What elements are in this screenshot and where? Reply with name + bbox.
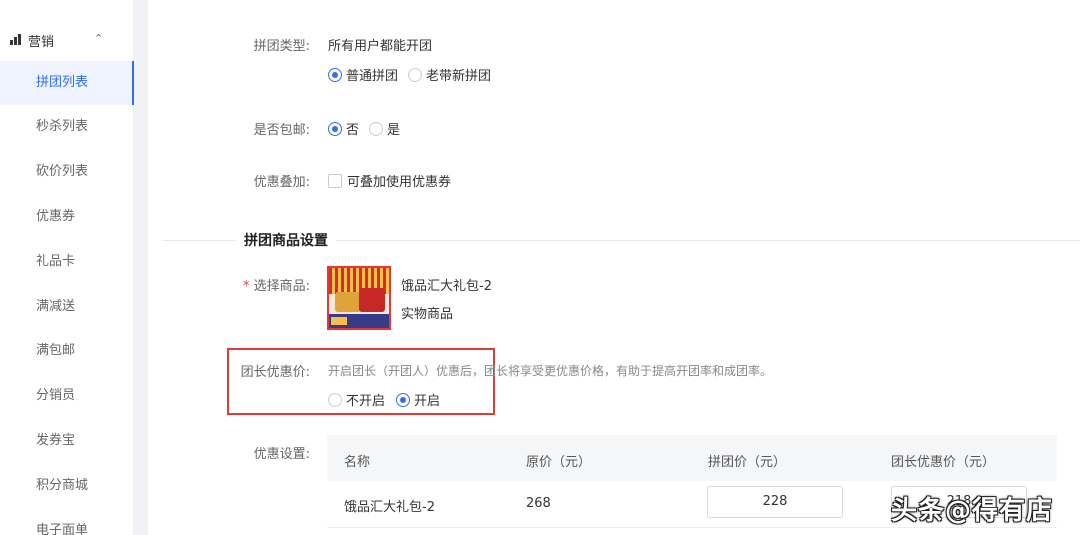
- radio-old-bring-new-label: 老带新拼团: [426, 69, 492, 84]
- col-name: 名称: [344, 455, 371, 470]
- leader-price-label: 团长优惠价:: [240, 365, 310, 380]
- stack-coupon-checkbox-label: 可叠加使用优惠券: [347, 175, 452, 190]
- checkbox-icon: [328, 173, 342, 188]
- sidebar-item-points-mall[interactable]: 积分商城: [0, 464, 134, 508]
- sidebar-item-coupons[interactable]: 优惠券: [0, 195, 134, 239]
- select-product-label-text: 选择商品:: [253, 279, 310, 294]
- sidebar: 营销 ⌃ 拼团列表 秒杀列表 砍价列表 优惠券 礼品卡 满减送 满包邮 分销员 …: [0, 0, 134, 535]
- discount-settings-label: 优惠设置:: [253, 447, 310, 462]
- radio-shipping-yes-label: 是: [387, 123, 401, 138]
- radio-leader-off[interactable]: 不开启: [328, 390, 385, 409]
- radio-old-bring-new-group[interactable]: 老带新拼团: [408, 65, 491, 84]
- sidebar-gutter: [134, 0, 148, 535]
- row-original-price: 268: [526, 496, 551, 511]
- radio-leader-off-label: 不开启: [346, 394, 386, 409]
- radio-dot-icon: [328, 121, 342, 136]
- bar-chart-icon: [10, 34, 22, 45]
- required-mark: *: [242, 279, 250, 294]
- discount-stack-label: 优惠叠加:: [253, 175, 310, 190]
- marketing-menu-label: 营销: [28, 34, 55, 50]
- sidebar-item-spend-discount[interactable]: 满减送: [0, 285, 134, 329]
- select-product-label: * 选择商品:: [150, 275, 310, 294]
- group-price-input[interactable]: 228: [707, 486, 843, 518]
- sidebar-item-e-waybill[interactable]: 电子面单: [0, 509, 134, 535]
- sidebar-item-distributors[interactable]: 分销员: [0, 374, 134, 418]
- table-header: 名称 原价（元） 拼团价（元） 团长优惠价（元）: [327, 435, 1057, 481]
- radio-shipping-no[interactable]: 否: [328, 119, 359, 138]
- radio-dot-icon: [328, 67, 342, 82]
- product-name: 饿品汇大礼包-2: [401, 279, 492, 294]
- radio-dot-icon: [408, 67, 422, 82]
- radio-leader-on-label: 开启: [414, 394, 441, 409]
- radio-shipping-no-label: 否: [346, 123, 360, 138]
- radio-normal-group[interactable]: 普通拼团: [328, 65, 398, 84]
- sidebar-item-gift-cards[interactable]: 礼品卡: [0, 240, 134, 284]
- product-thumbnail[interactable]: [327, 266, 391, 330]
- stack-coupon-checkbox[interactable]: 可叠加使用优惠券: [328, 171, 451, 190]
- col-leader-price: 团长优惠价（元）: [891, 455, 996, 470]
- sidebar-item-free-shipping[interactable]: 满包邮: [0, 329, 134, 373]
- marketing-menu-header[interactable]: 营销 ⌃: [10, 30, 130, 50]
- product-type: 实物商品: [401, 307, 454, 322]
- group-type-desc: 所有用户都能开团: [328, 39, 433, 54]
- col-group-price: 拼团价（元）: [708, 455, 787, 470]
- sidebar-item-bargain-list[interactable]: 砍价列表: [0, 150, 134, 194]
- chevron-up-icon[interactable]: ⌃: [94, 32, 103, 45]
- watermark: 头条@得有店: [891, 496, 1054, 526]
- radio-dot-icon: [369, 121, 383, 136]
- radio-shipping-yes[interactable]: 是: [369, 119, 400, 138]
- radio-dot-icon: [328, 392, 342, 407]
- radio-leader-on[interactable]: 开启: [396, 390, 440, 409]
- row-product-name: 饿品汇大礼包-2: [344, 500, 435, 515]
- section-title: 拼团商品设置: [236, 230, 336, 250]
- col-original-price: 原价（元）: [526, 455, 592, 470]
- row-divider: [327, 527, 1057, 528]
- free-shipping-label: 是否包邮:: [253, 123, 310, 138]
- group-type-label: 拼团类型:: [253, 39, 310, 54]
- sidebar-item-group-buy-list[interactable]: 拼团列表: [0, 61, 134, 105]
- leader-price-hint: 开启团长（开团人）优惠后，团长将享受更优惠价格，有助于提高开团率和成团率。: [328, 364, 773, 378]
- sidebar-item-flash-sale-list[interactable]: 秒杀列表: [0, 105, 134, 149]
- radio-normal-group-label: 普通拼团: [346, 69, 399, 84]
- radio-dot-icon: [396, 392, 410, 407]
- sidebar-item-coupon-treasure[interactable]: 发券宝: [0, 419, 134, 463]
